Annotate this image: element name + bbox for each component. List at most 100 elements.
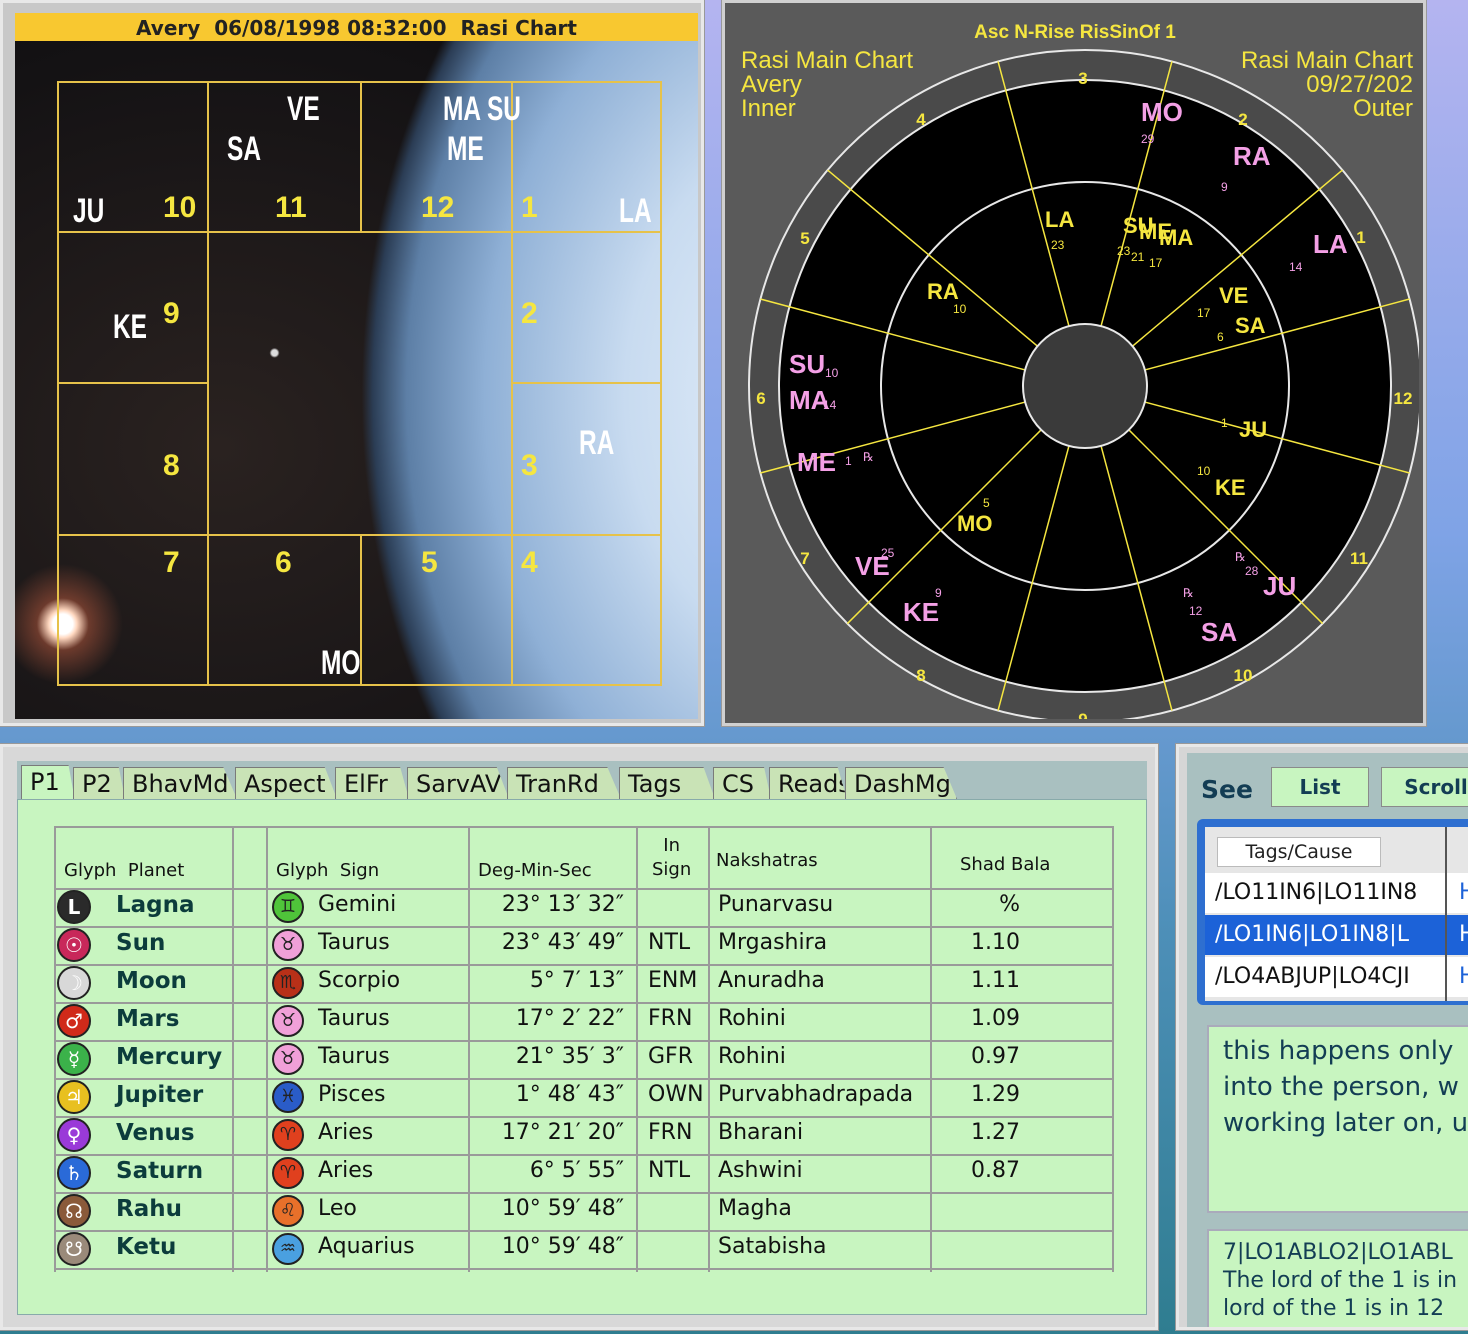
inner-deg-su: 23 xyxy=(1117,244,1131,258)
degree-value: 1° 48′ 43″ xyxy=(515,1082,624,1107)
wheel-house-6: 6 xyxy=(756,389,765,408)
rasi-chart-title: Avery 06/08/1998 08:32:00 Rasi Chart xyxy=(15,13,698,41)
venus-glyph-icon: ♀ xyxy=(57,1118,91,1152)
header-glyph-sign: Glyph Sign xyxy=(276,860,380,881)
in-sign-value: FRN xyxy=(648,1120,693,1145)
in-sign-value: FRN xyxy=(648,1006,693,1031)
planet-name: Sun xyxy=(116,930,166,956)
outer-planet-ke: KE xyxy=(903,597,939,627)
wheel-house-3: 3 xyxy=(1078,69,1087,88)
scorpio-sign-icon: ♏ xyxy=(272,967,304,999)
note-text-box[interactable]: this happens only into the person, w worki… xyxy=(1207,1025,1468,1213)
column-divider xyxy=(708,826,710,1272)
outer-deg-ke: 9 xyxy=(935,586,942,600)
grid-line xyxy=(511,81,513,686)
tag-text: /LO11IN6|LO11IN8 xyxy=(1215,880,1418,905)
row-divider xyxy=(54,1002,1114,1004)
tab-bhavmd[interactable]: BhavMd xyxy=(123,767,237,799)
grid-line xyxy=(511,382,662,384)
tag-row[interactable]: /LO1IN6|LO1IN8|L H xyxy=(1205,915,1468,955)
nakshatra-name: Satabisha xyxy=(718,1234,827,1259)
tab-elfr[interactable]: ElFr xyxy=(335,767,409,799)
header-glyph-planet: Glyph Planet xyxy=(64,860,185,881)
grid-line xyxy=(360,81,362,233)
header-in-sign: In Sign xyxy=(652,835,692,880)
tags-list[interactable]: Tags/Cause /LO11IN6|LO11IN8 H/LO1IN6|LO1I… xyxy=(1197,819,1468,1005)
lagna-glyph-icon: L xyxy=(57,890,91,924)
planet-name: Rahu xyxy=(116,1196,182,1222)
sign-name: Gemini xyxy=(318,892,397,917)
note-line: working later on, u xyxy=(1223,1108,1468,1138)
wheel-house-8: 8 xyxy=(916,666,925,685)
right-label-3: Outer xyxy=(1353,95,1413,122)
shad-bala-value: 1.10 xyxy=(971,930,1020,955)
in-sign-value: NTL xyxy=(648,930,691,955)
planet-name: Jupiter xyxy=(116,1082,204,1108)
aries-sign-icon: ♈ xyxy=(272,1119,304,1151)
tab-reads[interactable]: Reads xyxy=(769,767,847,799)
tag-row[interactable]: /LO4ABJUP|LO4CJI H xyxy=(1205,957,1468,997)
tab-tranrd[interactable]: TranRd xyxy=(507,767,621,799)
tab-p2[interactable]: P2 xyxy=(73,767,125,799)
tab-p1[interactable]: P1 xyxy=(21,765,75,801)
row-divider xyxy=(54,1154,1114,1156)
right-label-1: Rasi Main Chart xyxy=(1241,47,1413,74)
tag-h-column: H xyxy=(1459,915,1468,955)
shad-bala-value: 1.11 xyxy=(971,968,1020,993)
list-button[interactable]: List xyxy=(1271,767,1369,807)
inner-planet-ve: VE xyxy=(1219,283,1248,308)
see-panel-inner: See List Scroll Tags/Cause /LO11IN6|LO11… xyxy=(1187,753,1468,1327)
planet-name: Mercury xyxy=(116,1044,223,1070)
outer-planet-la: LA xyxy=(1313,229,1348,259)
degree-value: 10° 59′ 48″ xyxy=(501,1196,624,1221)
tab-dashmg[interactable]: DashMg xyxy=(845,767,957,799)
planet-ke: KE xyxy=(113,308,148,346)
tab-cs[interactable]: CS xyxy=(713,767,771,799)
wheel-title: Asc N-Rise RisSinOf 1 xyxy=(974,22,1176,43)
sign-name: Aquarius xyxy=(318,1234,415,1259)
inner-planet-ra: RA xyxy=(927,279,959,304)
header-shad-bala: Shad Bala xyxy=(960,854,1051,875)
rule-text-box[interactable]: 7|LO1ABLO2|LO1ABL The lord of the 1 is in… xyxy=(1207,1229,1468,1327)
mercury-glyph-icon: ☿ xyxy=(57,1042,91,1076)
shad-bala-value: 0.87 xyxy=(971,1158,1020,1183)
house-number-4: 4 xyxy=(521,546,538,579)
ketu-glyph-icon: ☋ xyxy=(57,1232,91,1266)
tab-tags[interactable]: Tags xyxy=(619,767,715,799)
gemini-sign-icon: ♊ xyxy=(272,891,304,923)
tab-aspect[interactable]: Aspect xyxy=(235,767,337,799)
outer-deg-ra: 9 xyxy=(1221,180,1228,194)
scroll-button[interactable]: Scroll xyxy=(1381,767,1468,807)
planet-table: Glyph Planet Glyph Sign Deg-Min-Sec In Sign… xyxy=(54,826,1114,1272)
outer-deg-sa: 12 xyxy=(1189,604,1203,618)
grid-line xyxy=(660,81,662,686)
planet-me: ME xyxy=(447,130,484,168)
row-divider xyxy=(54,1040,1114,1042)
tags-cause-header[interactable]: Tags/Cause xyxy=(1217,837,1381,867)
nakshatra-name: Purvabhadrapada xyxy=(718,1082,914,1107)
row-divider xyxy=(54,888,1114,890)
planet-sa: SA xyxy=(227,130,262,168)
wheel-chart: Asc N-Rise RisSinOf 1 Rasi Main Chart Av… xyxy=(741,22,1419,719)
wheel-house-9: 9 xyxy=(1078,710,1087,719)
tag-row[interactable]: /LO11IN6|LO11IN8 H xyxy=(1205,873,1468,913)
outer-planet-ra: RA xyxy=(1233,141,1271,171)
row-divider xyxy=(54,1192,1114,1194)
planet-name: Venus xyxy=(116,1120,195,1146)
column-divider xyxy=(266,826,268,1272)
sign-name: Aries xyxy=(318,1158,374,1183)
degree-value: 17° 21′ 20″ xyxy=(501,1120,624,1145)
taurus-sign-icon: ♉ xyxy=(272,929,304,961)
sign-name: Scorpio xyxy=(318,968,401,993)
planet-la: LA xyxy=(619,192,652,230)
mars-glyph-icon: ♂ xyxy=(57,1004,91,1038)
tags-list-inner: Tags/Cause /LO11IN6|LO11IN8 H/LO1IN6|LO1I… xyxy=(1205,827,1468,1001)
house-number-8: 8 xyxy=(163,449,180,482)
inner-planet-la: LA xyxy=(1045,207,1074,232)
sign-name: Pisces xyxy=(318,1082,386,1107)
tab-sarvav[interactable]: SarvAV xyxy=(407,767,509,799)
left-label-2: Avery xyxy=(741,71,802,98)
house-number-5: 5 xyxy=(421,546,438,579)
outer-deg-ma: 14 xyxy=(823,398,837,412)
table-body: Glyph Planet Glyph Sign Deg-Min-Sec In Sign… xyxy=(17,799,1147,1315)
